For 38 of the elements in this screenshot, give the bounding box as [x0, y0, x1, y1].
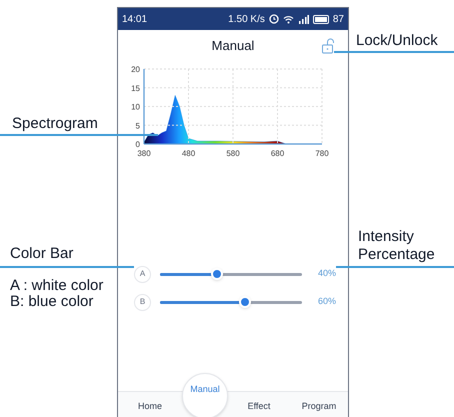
legend-text: B: blue color	[10, 294, 94, 309]
callout-label: Color Bar	[10, 246, 74, 261]
intensity-reading: 60%	[318, 295, 336, 308]
x-tick-label: 780	[315, 149, 329, 158]
status-time: 14:01	[122, 12, 148, 26]
battery-icon	[312, 14, 329, 24]
alarm-icon	[268, 14, 279, 24]
signal-icon	[298, 14, 309, 24]
intensity-reading: 40%	[318, 267, 336, 280]
battery-level: 87	[332, 12, 344, 26]
y-tick-label: 10	[131, 102, 140, 112]
callout-label: Intensity	[358, 229, 414, 244]
x-tick-label: 580	[226, 149, 240, 158]
x-tick-label: 480	[182, 149, 196, 158]
callout-label: Lock/Unlock	[356, 33, 438, 48]
y-tick-label: 20	[131, 65, 140, 74]
slider-thumb[interactable]	[239, 296, 252, 308]
callout-label: Percentage	[358, 247, 435, 262]
x-tick-label: 680	[270, 149, 284, 158]
nav-tab[interactable]: Manual	[182, 373, 228, 417]
nav-tab[interactable]: Effect	[228, 397, 290, 417]
y-tick-label: 0	[136, 140, 140, 149]
channel-label: B	[134, 294, 151, 310]
y-tick-label: 15	[131, 84, 140, 93]
screen-title: Manual	[212, 37, 254, 56]
channel-label: A	[134, 266, 151, 282]
nav-tab[interactable]: Program	[290, 397, 348, 417]
network-speed: 1.50 K/s	[228, 12, 265, 26]
y-tick-label: 5	[136, 121, 140, 130]
lock-button[interactable]	[321, 38, 335, 54]
x-tick-label: 380	[137, 149, 151, 158]
wifi-icon	[282, 14, 294, 24]
intensity-slider[interactable]	[160, 268, 302, 280]
slider-thumb[interactable]	[210, 268, 223, 280]
callout-label: Spectrogram	[12, 116, 98, 131]
intensity-slider[interactable]	[160, 296, 302, 308]
nav-tab[interactable]: Home	[118, 397, 182, 417]
legend-text: A : white color	[10, 278, 104, 293]
